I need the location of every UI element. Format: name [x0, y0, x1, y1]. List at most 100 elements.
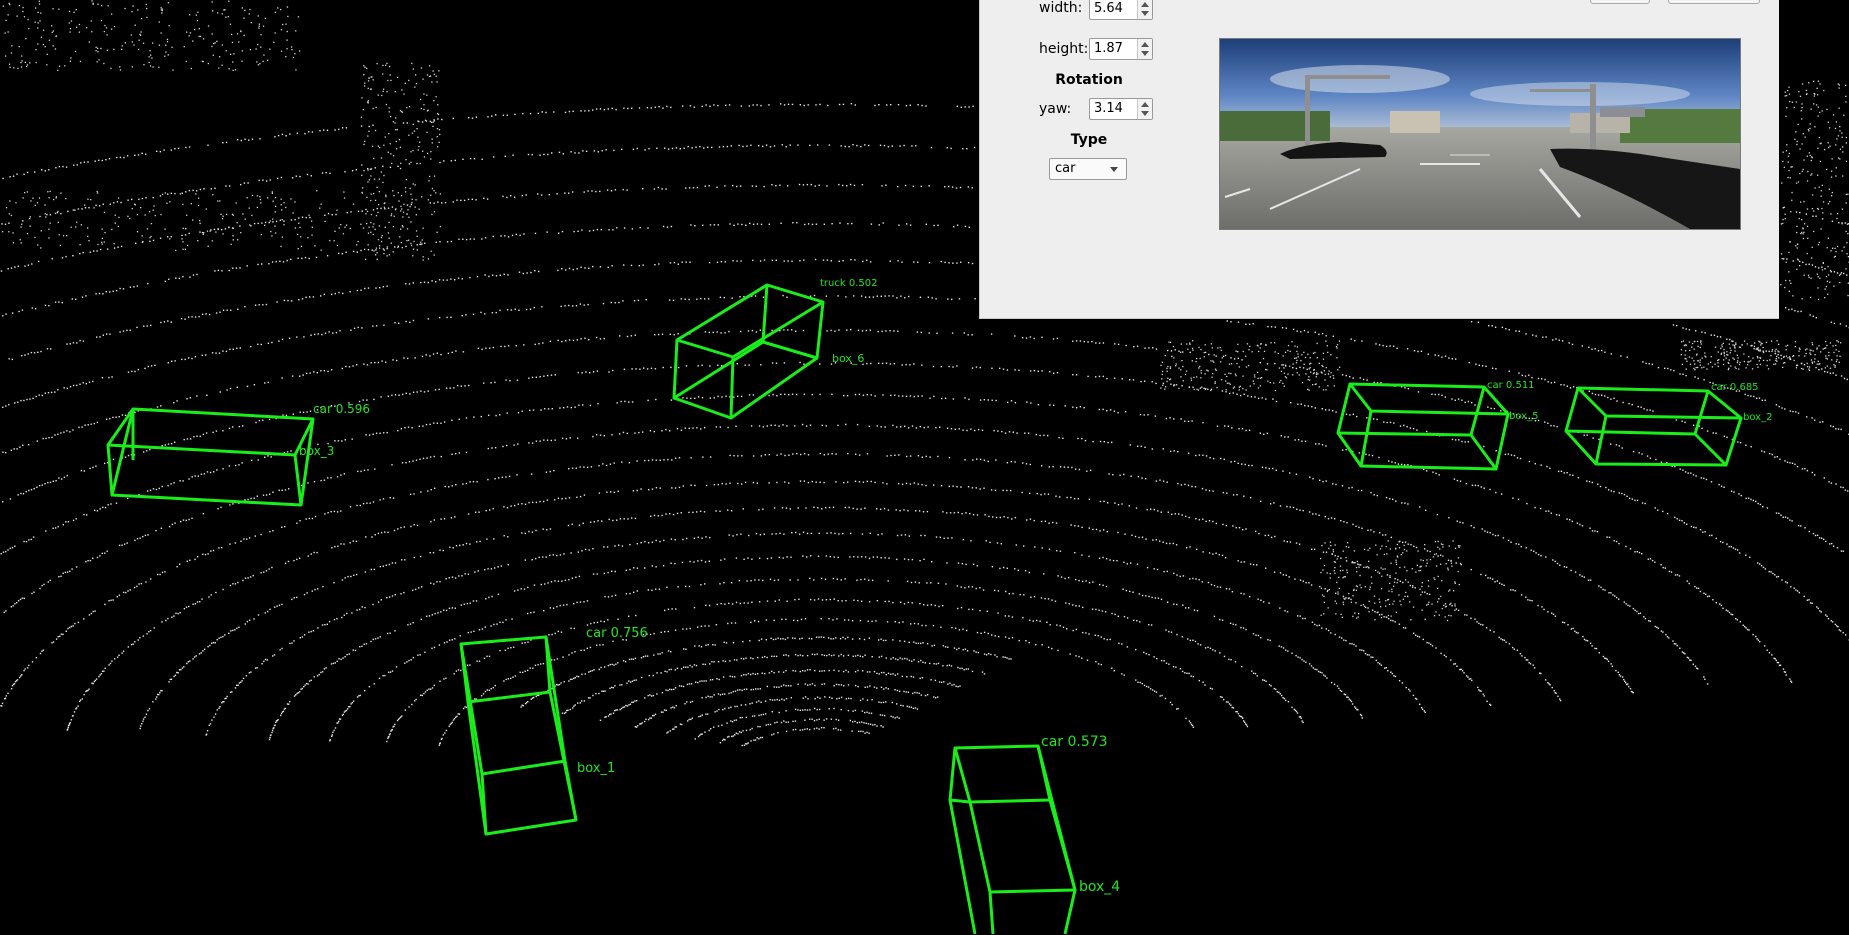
- lidar-point: [674, 726, 676, 728]
- lidar-point: [1098, 375, 1101, 378]
- lidar-point: [1198, 454, 1201, 456]
- lidar-point: [813, 728, 816, 730]
- lidar-point: [990, 489, 993, 491]
- lidar-point: [1317, 670, 1320, 673]
- lidar-point: [824, 696, 826, 698]
- lidar-point: [583, 304, 585, 306]
- lidar-point: [576, 268, 578, 270]
- lidar-point: [359, 646, 361, 648]
- lidar-point: [174, 674, 177, 676]
- lidar-point: [440, 353, 442, 356]
- lidar-point: [1735, 617, 1737, 620]
- lidar-point: [655, 398, 657, 401]
- lidar-point: [81, 698, 83, 700]
- lidar-point: [763, 259, 766, 261]
- lidar-point: [866, 711, 868, 713]
- lidar-point: [1350, 598, 1352, 601]
- lidar-point: [1213, 615, 1216, 618]
- lidar-point: [925, 455, 927, 458]
- lidar-point: [634, 657, 637, 659]
- lidar-point: [374, 534, 376, 536]
- lidar-point: [851, 620, 854, 622]
- lidar-point: [79, 700, 81, 703]
- lidar-point: [1162, 448, 1164, 450]
- lidar-point: [740, 704, 742, 706]
- lidar-point: [44, 483, 46, 485]
- lidar-point: [803, 480, 806, 482]
- lidar-point: [874, 481, 876, 484]
- lidar-point: [1335, 483, 1337, 486]
- lidar-point: [583, 601, 585, 603]
- lidar-point: [791, 637, 794, 639]
- lidar-point: [85, 560, 87, 563]
- lidar-point: [1591, 645, 1593, 647]
- lidar-point: [1141, 536, 1144, 538]
- lidar-point: [844, 578, 846, 580]
- lidar-point: [802, 531, 805, 533]
- lidar-point: [617, 662, 619, 664]
- lidar-point: [215, 591, 217, 594]
- lidar-point: [583, 466, 585, 468]
- lidar-point: [351, 612, 353, 614]
- lidar-point: [1172, 542, 1174, 545]
- lidar-point: [506, 412, 508, 414]
- lidar-point: [669, 262, 672, 264]
- lidar-point: [1385, 496, 1388, 499]
- lidar-point: [909, 455, 912, 457]
- lidar-point: [139, 637, 141, 639]
- lidar-point: [813, 719, 816, 722]
- lidar-point: [609, 687, 611, 690]
- lidar-point: [1847, 490, 1849, 492]
- lidar-point: [1493, 407, 1496, 410]
- lidar-point: [739, 296, 741, 298]
- lidar-point: [310, 553, 312, 555]
- lidar-point: [1579, 523, 1581, 526]
- lidar-point: [1014, 516, 1017, 519]
- lidar-point: [122, 650, 125, 652]
- lidar-point: [589, 670, 592, 672]
- lidar-point: [1845, 634, 1847, 636]
- lidar-point: [1288, 576, 1290, 578]
- lidar-point: [160, 321, 162, 324]
- lidar-point: [144, 367, 146, 370]
- lidar-point: [1230, 659, 1232, 661]
- lidar-point: [998, 635, 1000, 638]
- lidar-point: [54, 391, 56, 393]
- lidar-point: [628, 401, 630, 403]
- lidar-point: [1463, 672, 1465, 674]
- lidar-point: [724, 603, 726, 605]
- lidar-point: [268, 738, 271, 741]
- lidar-point: [615, 709, 617, 711]
- lidar-point: [121, 652, 123, 654]
- lidar-point: [1634, 551, 1636, 553]
- lidar-point: [206, 730, 209, 732]
- lidar-point: [1082, 606, 1084, 609]
- lidar-point: [367, 469, 369, 471]
- lidar-point: [869, 723, 872, 725]
- lidar-point: [410, 525, 412, 528]
- lidar-point: [958, 629, 961, 631]
- lidar-point: [1455, 562, 1457, 564]
- lidar-point: [1162, 382, 1165, 385]
- lidar-point: [407, 426, 410, 428]
- lidar-point: [897, 482, 900, 485]
- lidar-point: [585, 371, 587, 373]
- lidar-point: [1678, 519, 1681, 521]
- lidar-point: [1670, 369, 1672, 371]
- lidar-point: [1185, 607, 1187, 609]
- lidar-point: [1540, 464, 1542, 466]
- lidar-point: [971, 334, 973, 336]
- lidar-point: [1187, 484, 1190, 486]
- lidar-point: [858, 481, 861, 483]
- lidar-point: [94, 610, 96, 612]
- lidar-point: [847, 671, 850, 673]
- lidar-point: [342, 657, 344, 659]
- lidar-point: [1572, 627, 1574, 630]
- lidar-point: [389, 497, 391, 499]
- lidar-point: [1649, 409, 1651, 411]
- lidar-point: [1394, 621, 1396, 623]
- lidar-point: [134, 641, 136, 643]
- lidar-point: [296, 692, 298, 695]
- lidar-point: [747, 330, 750, 332]
- lidar-point: [1185, 717, 1187, 720]
